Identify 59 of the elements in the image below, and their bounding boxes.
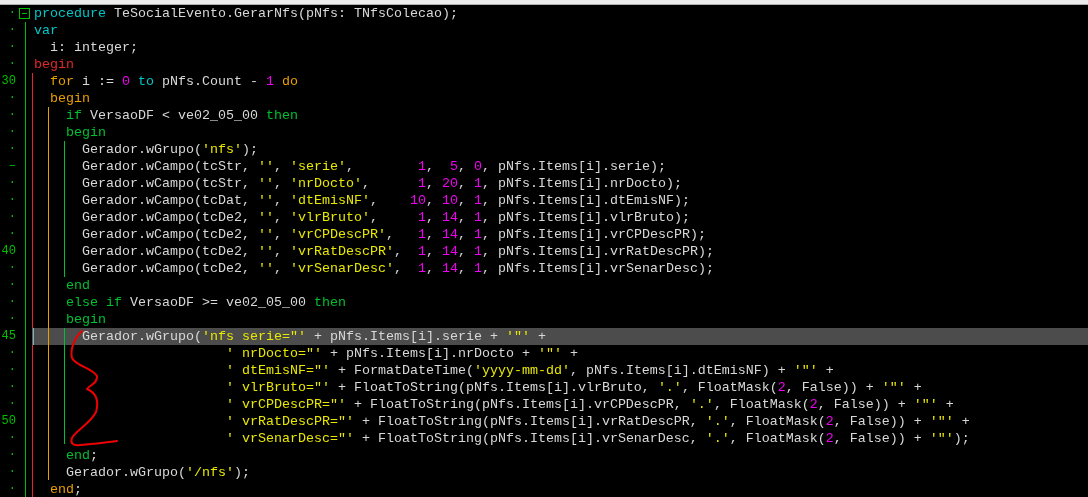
code-line: end: [65, 277, 90, 294]
code-line: Gerador.wCampo(tcDat, '', 'dtEmisNF', 10, 10, 1, pNfs.Items[i].dtEmisNF);: [81, 192, 690, 209]
gutter-mark: ·: [8, 294, 16, 311]
gutter-mark: ·: [8, 22, 16, 39]
gutter-mark: ·: [8, 141, 16, 158]
gutter-mark: ·: [8, 362, 16, 379]
gutter-mark: ·: [8, 90, 16, 107]
gutter-mark: ·: [8, 379, 16, 396]
gutter-mark: ·: [8, 464, 16, 481]
line-number: 40: [1, 243, 16, 260]
code-line: var: [34, 22, 58, 39]
code-line: ' dtEmisNF="' + FormatDateTime('yyyy-mm-dd', pNfs.Items[i].dtEmisNF) + '"' +: [224, 362, 834, 379]
code-line: begin: [65, 124, 106, 141]
code-line: else if VersaoDF >= ve02_05_00 then: [65, 294, 346, 311]
code-line: end;: [65, 447, 98, 464]
line-number: 45: [1, 328, 16, 345]
code-line: ' vrSenarDesc="' + FloatToString(pNfs.Items[i].vrSenarDesc, '.', FloatMask(2, False)) + '"');: [224, 430, 970, 447]
gutter-mark: ·: [8, 5, 16, 22]
gutter-mark: ·: [8, 311, 16, 328]
code-line: Gerador.wCampo(tcDe2, '', 'vrCPDescPR', 1, 14, 1, pNfs.Items[i].vrCPDescPR);: [81, 226, 706, 243]
fold-collapse-icon[interactable]: [18, 8, 30, 19]
code-line: Gerador.wGrupo('/nfs');: [65, 464, 250, 481]
code-line: Gerador.wCampo(tcDe2, '', 'vlrBruto', 1, 14, 1, pNfs.Items[i].vlrBruto);: [81, 209, 690, 226]
gutter-mark: ·: [8, 447, 16, 464]
gutter-mark: ·: [8, 226, 16, 243]
code-line: if VersaoDF < ve02_05_00 then: [65, 107, 298, 124]
code-line: begin: [49, 90, 90, 107]
code-line: Gerador.wCampo(tcDe2, '', 'vrRatDescPR', 1, 14, 1, pNfs.Items[i].vrRatDescPR);: [81, 243, 714, 260]
code-line: Gerador.wGrupo('nfs serie="' + pNfs.Items[i].serie + '"' +: [81, 328, 546, 345]
code-line: i: integer;: [49, 39, 138, 56]
gutter-mark: ·: [8, 107, 16, 124]
code-line: end;: [49, 481, 82, 497]
code-line: begin: [65, 311, 106, 328]
gutter-mark: ·: [8, 56, 16, 73]
code-line: Gerador.wCampo(tcStr, '', 'nrDocto', 1, 20, 1, pNfs.Items[i].nrDocto);: [81, 175, 682, 192]
code-line: Gerador.wCampo(tcStr, '', 'serie', 1, 5, 0, pNfs.Items[i].serie);: [81, 158, 666, 175]
code-line: ' nrDocto="' + pNfs.Items[i].nrDocto + '"' +: [224, 345, 578, 362]
gutter-mark: ·: [8, 345, 16, 362]
code-line: Gerador.wCampo(tcDe2, '', 'vrSenarDesc', 1, 14, 1, pNfs.Items[i].vrSenarDesc);: [81, 260, 714, 277]
gutter-mark: ·: [8, 175, 16, 192]
code-line: begin: [34, 56, 74, 73]
gutter-mark: ·: [8, 124, 16, 141]
code-line: ' vlrBruto="' + FloatToString(pNfs.Items[i].vlrBruto, '.', FloatMask(2, False)) + '"' +: [224, 379, 922, 396]
gutter-mark: ·: [8, 209, 16, 226]
gutter-mark: ·: [8, 260, 16, 277]
gutter-mark: ·: [8, 396, 16, 413]
gutter-mark: ·: [8, 39, 16, 56]
gutter-mark: ·: [8, 192, 16, 209]
code-line: Gerador.wGrupo('nfs');: [81, 141, 258, 158]
code-line: ' vrCPDescPR="' + FloatToString(pNfs.Items[i].vrCPDescPR, '.', FloatMask(2, False)) + '"' +: [224, 396, 954, 413]
code-line: ' vrRatDescPR="' + FloatToString(pNfs.Items[i].vrRatDescPR, '.', FloatMask(2, False)) + '"' +: [224, 413, 970, 430]
gutter-mark: ·: [8, 481, 16, 497]
gutter-mark: ·: [8, 277, 16, 294]
code-line: procedure TeSocialEvento.GerarNfs(pNfs: TNfsColecao);: [34, 5, 458, 22]
code-line: for i := 0 to pNfs.Count - 1 do: [49, 73, 298, 90]
gutter-mark: –: [8, 158, 16, 175]
gutter-mark: ·: [8, 430, 16, 447]
line-number: 50: [1, 413, 16, 430]
line-number: 30: [1, 73, 16, 90]
